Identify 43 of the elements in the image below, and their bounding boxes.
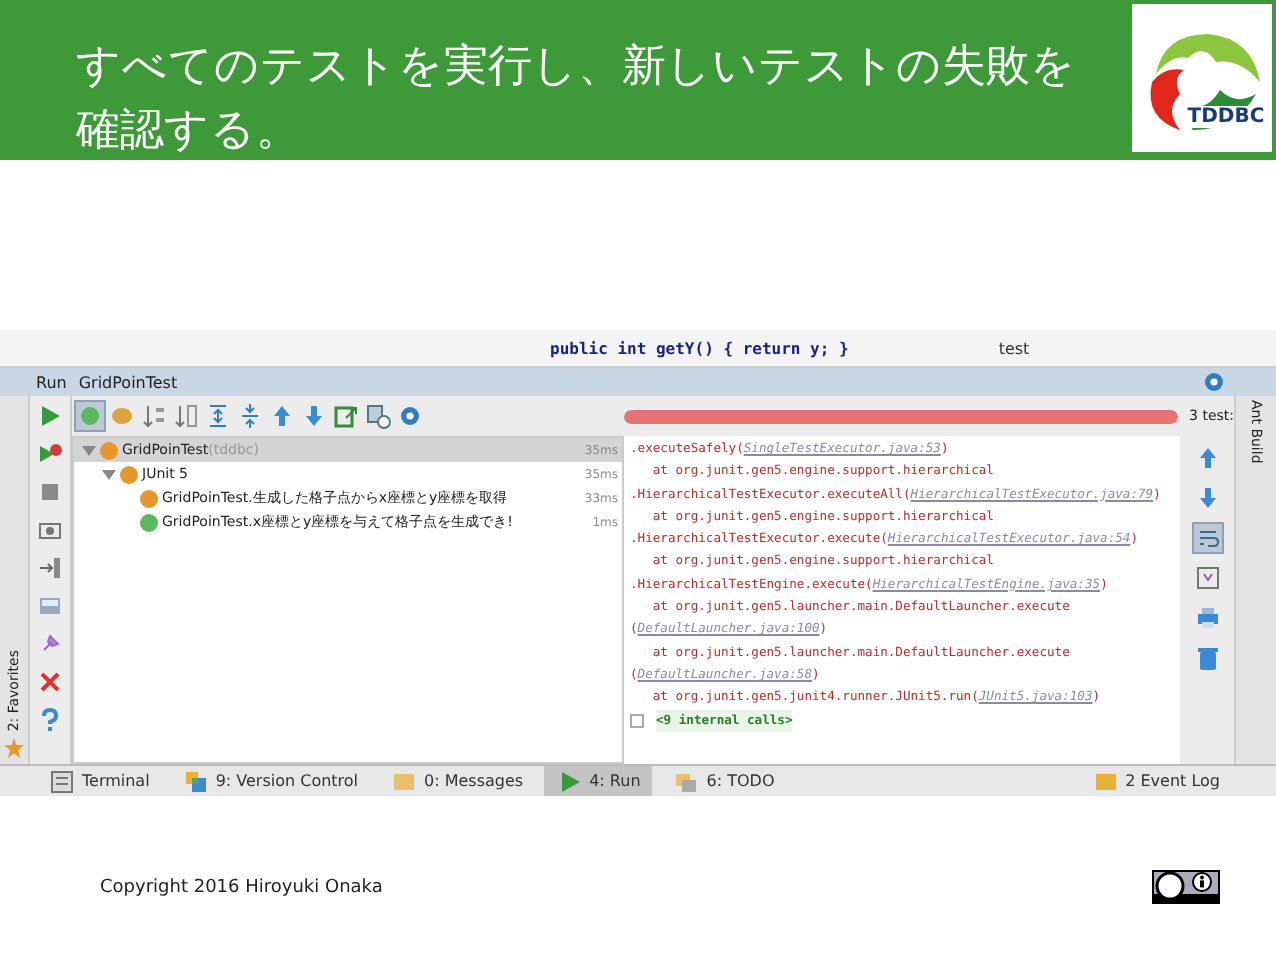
arrow-down-icon[interactable] bbox=[300, 402, 328, 430]
tool-window-tab[interactable]: 6: TODO bbox=[660, 766, 787, 796]
tool-window-tab[interactable]: 9: Version Control bbox=[169, 766, 371, 796]
tool-window-tab[interactable]: 4: Run bbox=[543, 766, 653, 796]
project-item[interactable]: test bbox=[998, 339, 1030, 357]
layout-icon[interactable] bbox=[36, 592, 64, 620]
tool-window-tab[interactable]: 0: Messages bbox=[378, 766, 536, 796]
history-icon[interactable] bbox=[364, 402, 392, 430]
settings-icon[interactable] bbox=[1200, 368, 1228, 396]
expand-arrow-icon[interactable] bbox=[102, 467, 116, 481]
run-config-tab[interactable]: GridPoinTest bbox=[78, 373, 178, 391]
collapse-all-icon[interactable] bbox=[236, 402, 264, 430]
license-badge-icon bbox=[1152, 870, 1220, 904]
logo-text: TDDBC bbox=[1187, 105, 1265, 127]
arrow-up-icon[interactable] bbox=[268, 402, 296, 430]
sort-duration-icon[interactable] bbox=[172, 402, 200, 430]
version-control-icon[interactable] bbox=[181, 767, 210, 795]
passed-toggle-icon[interactable] bbox=[76, 402, 104, 430]
expand-all-icon[interactable] bbox=[204, 402, 232, 430]
export-icon[interactable] bbox=[332, 402, 360, 430]
expand-arrow-icon[interactable] bbox=[82, 443, 96, 457]
trash-icon[interactable] bbox=[1193, 644, 1221, 672]
scroll-to-end-icon[interactable] bbox=[1193, 564, 1221, 592]
sort-icon[interactable] bbox=[140, 402, 168, 430]
ignored-toggle-icon[interactable] bbox=[108, 402, 136, 430]
slide-title: すべてのテストを実行し、新しいテストの失敗を bbox=[76, 40, 1076, 96]
tool-window-tab[interactable]: Terminal bbox=[36, 766, 162, 796]
slide-title: 確認する。 bbox=[76, 104, 302, 160]
settings-icon[interactable] bbox=[396, 402, 424, 430]
star-icon bbox=[4, 738, 24, 758]
terminal-icon[interactable] bbox=[48, 767, 76, 795]
help-icon[interactable] bbox=[36, 706, 64, 734]
stop-icon[interactable] bbox=[36, 478, 64, 506]
event-log-tab[interactable]: 2 Event Log bbox=[1079, 766, 1232, 796]
exit-icon[interactable] bbox=[36, 554, 64, 582]
soft-wrap-icon[interactable] bbox=[1193, 524, 1221, 552]
rerun-icon[interactable] bbox=[36, 440, 64, 468]
code-line: public int getY() { return y; } bbox=[550, 339, 849, 357]
panel-title: Run bbox=[36, 373, 67, 391]
close-icon[interactable] bbox=[36, 668, 64, 696]
run-icon[interactable] bbox=[36, 402, 64, 430]
print-icon[interactable] bbox=[1193, 604, 1221, 632]
copyright-text: Copyright 2016 Hiroyuki Onaka bbox=[100, 877, 383, 897]
